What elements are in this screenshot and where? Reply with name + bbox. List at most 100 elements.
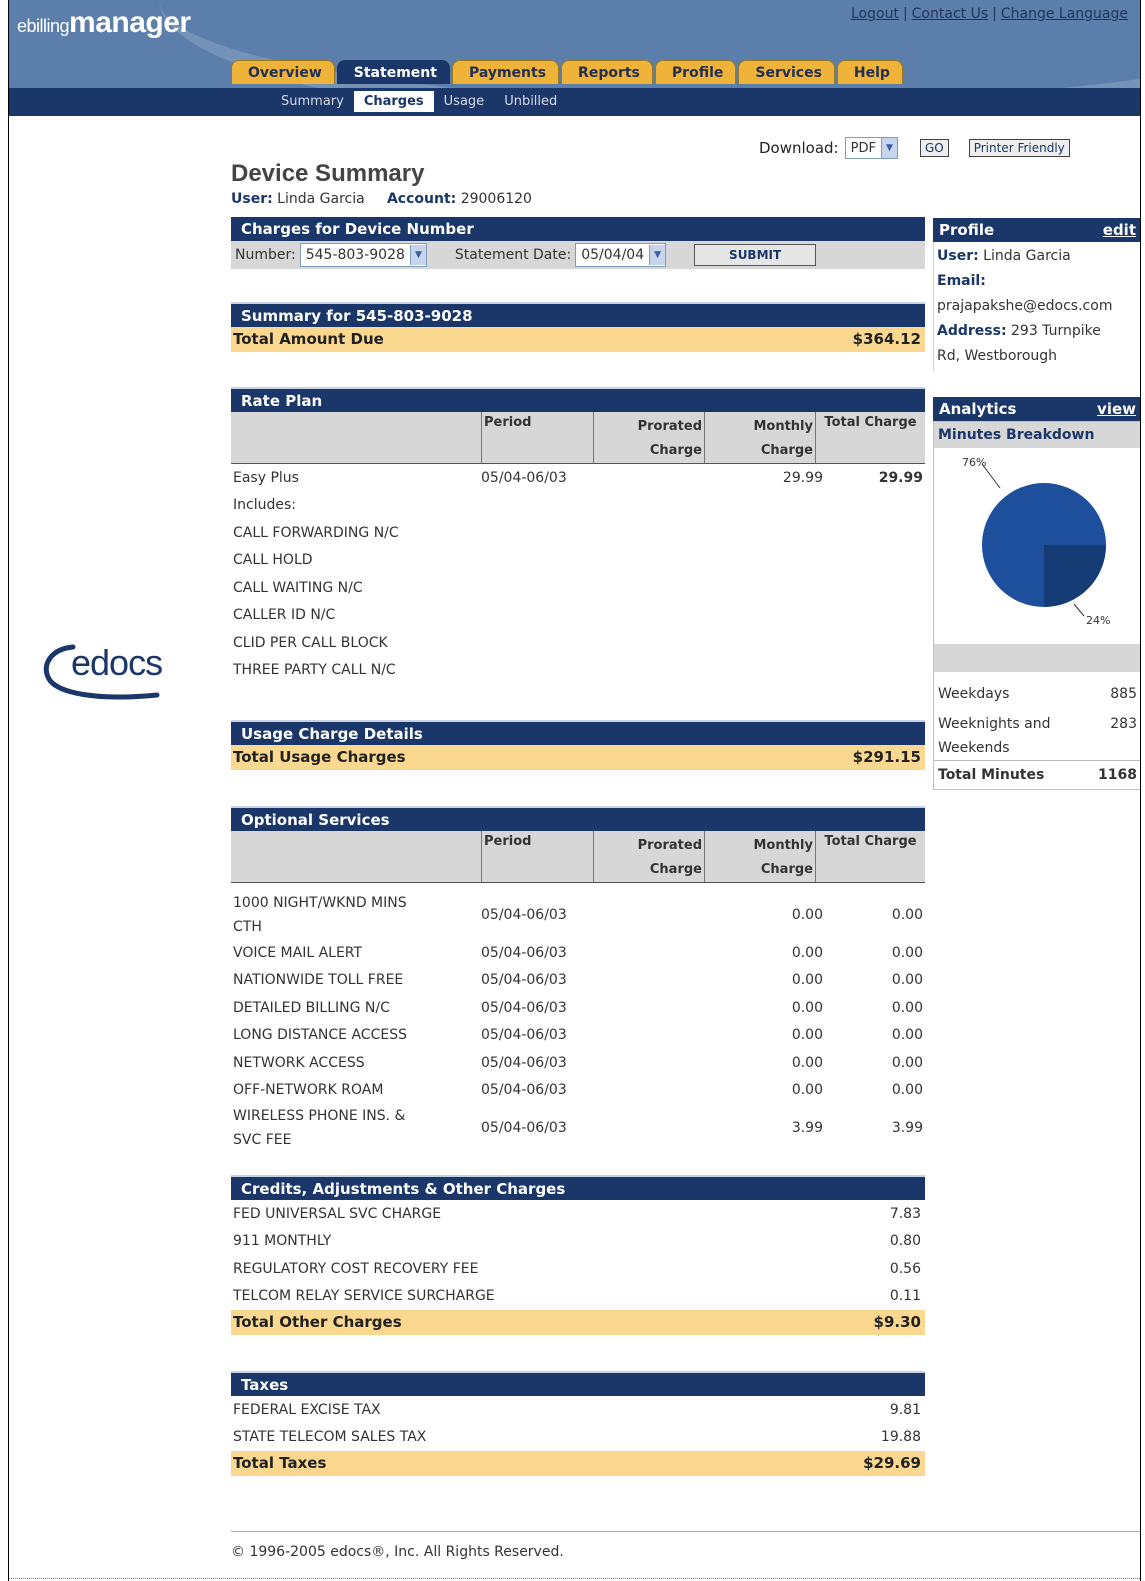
tab-overview[interactable]: Overview bbox=[231, 60, 335, 84]
includes-label: Includes: bbox=[233, 497, 296, 514]
service-total: 0.00 bbox=[891, 1027, 923, 1044]
credits-header: Credits, Adjustments & Other Charges bbox=[231, 1175, 925, 1200]
service-period: 05/04-06/03 bbox=[481, 1027, 567, 1044]
service-total: 0.00 bbox=[891, 907, 923, 923]
service-period: 05/04-06/03 bbox=[481, 999, 567, 1016]
optional-service-row: DETAILED BILLING N/C 05/04-06/03 0.00 0.… bbox=[231, 994, 925, 1022]
statement-date-select[interactable]: 05/04/04 ▼ bbox=[575, 243, 667, 267]
tab-statement[interactable]: Statement bbox=[336, 60, 450, 84]
subtab-unbilled[interactable]: Unbilled bbox=[494, 91, 567, 112]
service-description: WIRELESS PHONE INS. & SVC FEE bbox=[231, 1104, 481, 1152]
statement-date-label: Statement Date: bbox=[454, 247, 572, 263]
profile-header: Profile edit bbox=[933, 217, 1140, 242]
separator: | bbox=[992, 6, 997, 22]
service-total: 0.00 bbox=[891, 972, 923, 989]
monthly-line1: Monthly bbox=[753, 419, 813, 434]
minutes-pie-chart: 76% 24% bbox=[934, 448, 1140, 644]
minutes-label: Weekdays bbox=[938, 686, 1010, 702]
analytics-panel: Analytics view Minutes Breakdown 76% 24%… bbox=[933, 396, 1140, 790]
rate-plan-period: 05/04-06/03 bbox=[481, 469, 567, 486]
total-usage-row: Total Usage Charges $291.15 bbox=[231, 745, 925, 770]
separator: | bbox=[902, 6, 908, 22]
credits-section: Credits, Adjustments & Other Charges FED… bbox=[231, 1175, 925, 1335]
analytics-view-link[interactable]: view bbox=[1097, 397, 1136, 421]
monthly-line2: Charge bbox=[760, 443, 813, 458]
optional-service-row: LONG DISTANCE ACCESS 05/04-06/03 0.00 0.… bbox=[231, 1022, 925, 1050]
minutes-row: Weekdays 885 bbox=[934, 682, 1140, 706]
optional-service-row: WIRELESS PHONE INS. & SVC FEE 05/04-06/03… bbox=[231, 1104, 925, 1152]
profile-address-line2: Rd, Westborough bbox=[937, 348, 1058, 364]
optional-services-section: Optional Services Period Prorated Charge … bbox=[231, 806, 925, 1152]
service-period: 05/04-06/03 bbox=[481, 1054, 567, 1071]
chevron-down-icon: ▼ bbox=[880, 138, 897, 158]
usage-section: Usage Charge Details Total Usage Charges… bbox=[231, 720, 925, 770]
service-total: 0.00 bbox=[891, 944, 923, 961]
pie-label-small: 24% bbox=[1086, 614, 1110, 627]
column-header-prorated: Prorated Charge bbox=[593, 831, 704, 882]
brand-logo: ebillingmanager bbox=[17, 6, 191, 40]
go-button[interactable]: GO bbox=[919, 139, 949, 157]
subtab-charges[interactable]: Charges bbox=[353, 91, 434, 112]
service-monthly: 0.00 bbox=[791, 1054, 823, 1071]
tax-row: FEDERAL EXCISE TAX 9.81 bbox=[231, 1396, 925, 1424]
service-line1: WIRELESS PHONE INS. & bbox=[233, 1108, 406, 1124]
tax-value: 19.88 bbox=[880, 1429, 921, 1446]
total-other-charges-label: Total Other Charges bbox=[233, 1313, 402, 1331]
credit-row: FED UNIVERSAL SVC CHARGE 7.83 bbox=[231, 1200, 925, 1228]
tax-label: FEDERAL EXCISE TAX bbox=[233, 1401, 381, 1418]
feature-label: CALL WAITING N/C bbox=[233, 579, 363, 596]
printer-friendly-button[interactable]: Printer Friendly bbox=[968, 139, 1070, 157]
optional-service-row: NATIONWIDE TOLL FREE 05/04-06/03 0.00 0.… bbox=[231, 967, 925, 995]
feature-row: CALL WAITING N/C bbox=[231, 574, 925, 602]
download-bar: Download: PDF ▼ GO Printer Friendly bbox=[759, 137, 1070, 159]
feature-label: CALL HOLD bbox=[233, 552, 313, 569]
subtab-summary[interactable]: Summary bbox=[271, 91, 354, 112]
profile-email: prajapakshe@edocs.com bbox=[937, 298, 1113, 314]
tab-reports[interactable]: Reports bbox=[561, 60, 653, 84]
edocs-logo: edocs bbox=[37, 635, 197, 710]
summary-section: Summary for 545-803-9028 Total Amount Du… bbox=[231, 302, 925, 352]
profile-address-line1: 293 Turnpike bbox=[1011, 323, 1101, 339]
monthly-line1: Monthly bbox=[753, 838, 813, 853]
service-line1: 1000 NIGHT/WKND MINS bbox=[233, 895, 407, 911]
subtab-usage[interactable]: Usage bbox=[434, 91, 495, 112]
total-minutes-value: 1168 bbox=[1098, 767, 1137, 783]
feature-row: CALLER ID N/C bbox=[231, 602, 925, 630]
tab-payments[interactable]: Payments bbox=[451, 60, 560, 84]
pie-leader-line bbox=[981, 463, 1001, 489]
download-format-select[interactable]: PDF ▼ bbox=[844, 137, 898, 159]
credit-row: REGULATORY COST RECOVERY FEE 0.56 bbox=[231, 1255, 925, 1283]
submit-button[interactable]: SUBMIT bbox=[694, 244, 817, 266]
column-header-monthly: Monthly Charge bbox=[704, 412, 815, 463]
download-format-value: PDF bbox=[850, 140, 876, 156]
tax-value: 9.81 bbox=[889, 1401, 921, 1418]
service-total: 0.00 bbox=[891, 1082, 923, 1099]
tax-label: STATE TELECOM SALES TAX bbox=[233, 1429, 427, 1446]
change-language-link[interactable]: Change Language bbox=[1001, 6, 1128, 22]
footer-divider bbox=[231, 1531, 1140, 1532]
contact-us-link[interactable]: Contact Us bbox=[912, 6, 988, 22]
feature-label: CALL FORWARDING N/C bbox=[233, 524, 399, 541]
total-amount-due-label: Total Amount Due bbox=[233, 330, 384, 348]
tab-services[interactable]: Services bbox=[738, 60, 835, 84]
rate-plan-header: Rate Plan bbox=[231, 387, 925, 412]
device-number-select[interactable]: 545-803-9028 ▼ bbox=[299, 243, 427, 267]
column-header-total: Total Charge bbox=[815, 831, 925, 882]
tab-help[interactable]: Help bbox=[836, 60, 903, 84]
logout-link[interactable]: Logout bbox=[851, 6, 899, 22]
tab-profile[interactable]: Profile bbox=[654, 60, 737, 84]
column-header-description bbox=[231, 412, 481, 463]
service-description: OFF-NETWORK ROAM bbox=[233, 1082, 384, 1099]
feature-label: THREE PARTY CALL N/C bbox=[233, 662, 396, 679]
service-period: 05/04-06/03 bbox=[481, 1120, 567, 1136]
feature-row: THREE PARTY CALL N/C bbox=[231, 657, 925, 685]
service-line2: SVC FEE bbox=[233, 1132, 292, 1148]
optional-services-header: Optional Services bbox=[231, 806, 925, 831]
profile-edit-link[interactable]: edit bbox=[1103, 218, 1136, 242]
profile-email-label: Email: bbox=[937, 273, 986, 289]
user-name: Linda Garcia bbox=[277, 191, 365, 207]
minutes-label-line1: Weeknights and bbox=[938, 716, 1051, 732]
column-header-monthly: Monthly Charge bbox=[704, 831, 815, 882]
pie-label-big: 76% bbox=[962, 456, 986, 469]
prorated-line1: Prorated bbox=[637, 838, 702, 853]
